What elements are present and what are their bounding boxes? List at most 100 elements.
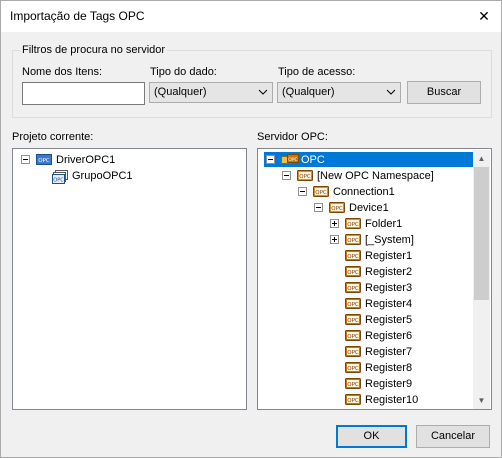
- tree-item-label: Folder1: [365, 218, 403, 230]
- opc-server-icon: OPC: [281, 154, 299, 165]
- tree-item[interactable]: OPC [New OPC Namespace]: [258, 168, 473, 184]
- chevron-down-icon: [258, 89, 268, 95]
- access-type-label: Tipo de acesso:: [278, 66, 356, 78]
- opc-folder-icon: OPC: [297, 170, 313, 181]
- tree-item-label: Register1: [365, 250, 413, 262]
- data-type-value: (Qualquer): [154, 86, 207, 98]
- tree-item[interactable]: OPC Connection1: [258, 184, 473, 200]
- tree-item[interactable]: OPC Register1: [258, 248, 473, 264]
- tree-item[interactable]: OPC Device1: [258, 200, 473, 216]
- svg-text:OPC: OPC: [299, 174, 311, 180]
- tree-item-label: [New OPC Namespace]: [317, 170, 434, 182]
- item-names-label: Nome dos Itens:: [22, 66, 103, 78]
- access-type-value: (Qualquer): [282, 86, 335, 98]
- svg-text:OPC: OPC: [347, 254, 359, 260]
- current-project-label: Projeto corrente:: [12, 131, 94, 143]
- collapse-icon[interactable]: [314, 203, 323, 212]
- scroll-up-icon[interactable]: ▲: [473, 150, 490, 167]
- opc-tag-icon: OPC: [345, 394, 361, 405]
- opc-folder-icon: OPC: [313, 186, 329, 197]
- tree-item[interactable]: OPC Register7: [258, 344, 473, 360]
- tree-item-label: Device1: [349, 202, 389, 214]
- tree-item-label: Connection1: [333, 186, 395, 198]
- tree-item[interactable]: OPC OPC: [258, 152, 473, 168]
- collapse-icon[interactable]: [282, 171, 291, 180]
- tree-item-label: Register5: [365, 314, 413, 326]
- cancel-button[interactable]: Cancelar: [416, 425, 490, 448]
- tree-item[interactable]: OPC Folder1: [258, 216, 473, 232]
- svg-text:OPC: OPC: [38, 158, 50, 164]
- title-bar: Importação de Tags OPC ✕: [1, 1, 501, 32]
- svg-text:OPC: OPC: [53, 178, 64, 184]
- svg-text:OPC: OPC: [347, 286, 359, 292]
- scroll-down-icon[interactable]: ▼: [473, 392, 490, 409]
- tree-item[interactable]: OPC Register5: [258, 312, 473, 328]
- svg-text:OPC: OPC: [347, 222, 359, 228]
- opc-group-icon: OPC: [52, 170, 68, 184]
- data-type-select[interactable]: (Qualquer): [149, 82, 273, 103]
- tree-item[interactable]: OPC Register10: [258, 392, 473, 408]
- close-icon[interactable]: ✕: [473, 5, 495, 27]
- collapse-icon[interactable]: [298, 187, 307, 196]
- svg-text:OPC: OPC: [347, 238, 359, 244]
- svg-text:OPC: OPC: [347, 398, 359, 404]
- svg-text:OPC: OPC: [315, 190, 327, 196]
- chevron-down-icon: [386, 89, 396, 95]
- vertical-scrollbar[interactable]: ▲ ▼: [473, 150, 490, 409]
- access-type-select[interactable]: (Qualquer): [277, 82, 401, 103]
- opc-tag-icon: OPC: [345, 298, 361, 309]
- opc-server-label: Servidor OPC:: [257, 131, 328, 143]
- opc-tag-icon: OPC: [345, 346, 361, 357]
- tree-item[interactable]: OPC Register6: [258, 328, 473, 344]
- svg-text:OPC: OPC: [331, 206, 343, 212]
- opc-tag-icon: OPC: [345, 250, 361, 261]
- dialog-window: Importação de Tags OPC ✕ Filtros de proc…: [0, 0, 502, 458]
- svg-text:OPC: OPC: [347, 334, 359, 340]
- tree-item-label: GrupoOPC1: [72, 170, 133, 182]
- ok-button[interactable]: OK: [336, 425, 407, 448]
- tree-item-label: OPC: [301, 154, 325, 166]
- tree-item-label: Register7: [365, 346, 413, 358]
- tree-item-label: Register4: [365, 298, 413, 310]
- tree-item-label: Register10: [365, 394, 419, 406]
- item-names-input[interactable]: [22, 82, 145, 105]
- current-project-tree[interactable]: OPC DriverOPC1 OPC GrupoOPC1: [12, 148, 247, 410]
- tree-item-label: Register9: [365, 378, 413, 390]
- opc-tag-icon: OPC: [345, 314, 361, 325]
- opc-server-tree[interactable]: ▲ ▼ OPC OPC OPC [New OPC Namespace] OPC Conne…: [257, 148, 492, 410]
- tree-item-label: Register3: [365, 282, 413, 294]
- opc-driver-icon: OPC: [36, 154, 52, 165]
- svg-text:OPC: OPC: [347, 318, 359, 324]
- tree-item-label: DriverOPC1: [56, 154, 116, 166]
- tree-item[interactable]: OPC Register3: [258, 280, 473, 296]
- tree-item[interactable]: OPC Register8: [258, 360, 473, 376]
- search-button[interactable]: Buscar: [407, 81, 481, 104]
- opc-folder-icon: OPC: [345, 234, 361, 245]
- tree-item-label: Register8: [365, 362, 413, 374]
- search-filters-title: Filtros de procura no servidor: [20, 44, 168, 56]
- opc-folder-icon: OPC: [345, 218, 361, 229]
- tree-item[interactable]: OPC Register9: [258, 376, 473, 392]
- opc-tag-icon: OPC: [345, 330, 361, 341]
- opc-tag-icon: OPC: [345, 266, 361, 277]
- tree-item[interactable]: OPC Register2: [258, 264, 473, 280]
- collapse-icon[interactable]: [21, 155, 30, 164]
- expand-icon[interactable]: [330, 219, 339, 228]
- scrollbar-thumb[interactable]: [474, 167, 489, 300]
- svg-text:OPC: OPC: [347, 302, 359, 308]
- opc-folder-icon: OPC: [329, 202, 345, 213]
- window-title: Importação de Tags OPC: [10, 9, 145, 23]
- collapse-icon[interactable]: [266, 155, 275, 164]
- opc-tag-icon: OPC: [345, 378, 361, 389]
- tree-item[interactable]: OPC Register4: [258, 296, 473, 312]
- svg-text:OPC: OPC: [288, 157, 297, 163]
- svg-text:OPC: OPC: [347, 366, 359, 372]
- tree-item-label: Register6: [365, 330, 413, 342]
- tree-item[interactable]: OPC DriverOPC1: [13, 152, 228, 168]
- tree-item[interactable]: OPC GrupoOPC1: [13, 168, 228, 184]
- opc-tag-icon: OPC: [345, 282, 361, 293]
- expand-icon[interactable]: [330, 235, 339, 244]
- svg-text:OPC: OPC: [347, 382, 359, 388]
- svg-text:OPC: OPC: [347, 270, 359, 276]
- tree-item[interactable]: OPC [_System]: [258, 232, 473, 248]
